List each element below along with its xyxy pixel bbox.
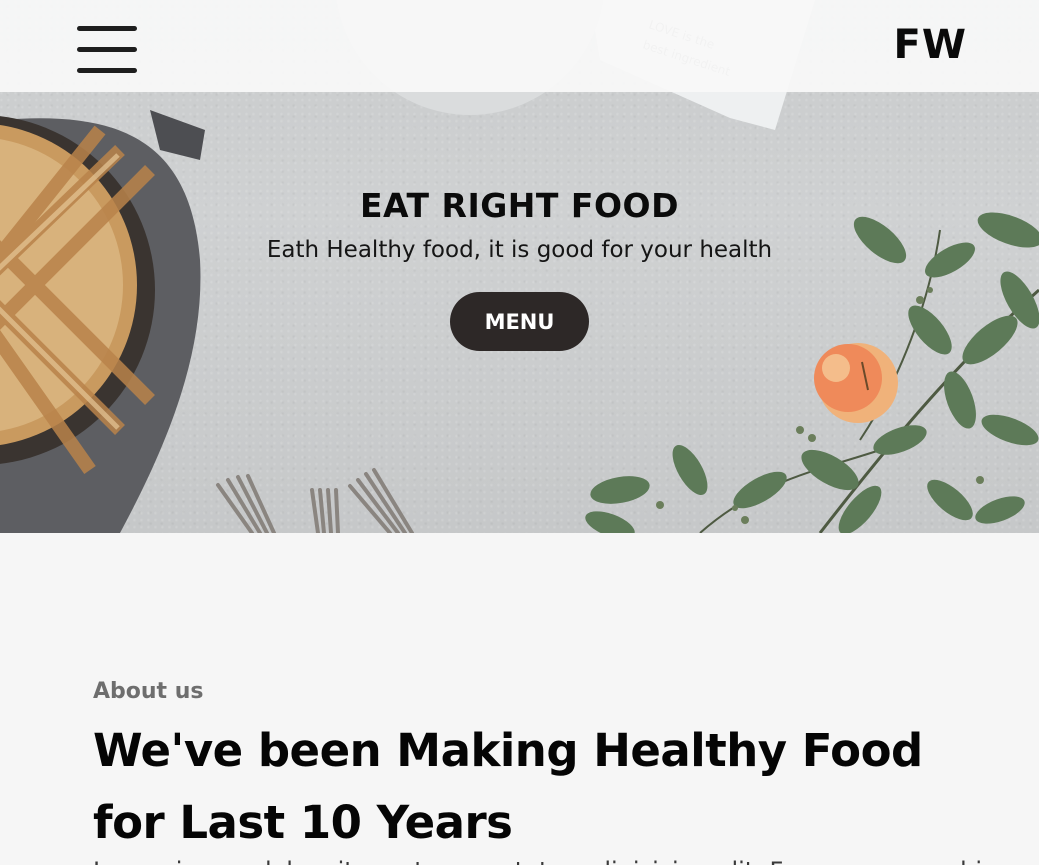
about-label: About us [93,679,204,704]
forks [216,468,414,533]
apple [814,343,898,423]
hamburger-menu-icon[interactable] [77,26,137,74]
hero-title: EAT RIGHT FOOD [360,186,679,225]
about-section: About us We've been Making Healthy Food … [0,533,1039,865]
hero-subtitle: Eath Healthy food, it is good for your h… [266,237,773,263]
about-heading: We've been Making Healthy Food for Last … [93,724,923,849]
menu-button[interactable]: MENU [450,292,589,351]
top-navigation-bar: FW [0,0,1039,92]
about-body-text: Lorem ipsum dolor sit amet consectetur a… [93,857,995,865]
site-logo[interactable]: FW [894,22,967,68]
